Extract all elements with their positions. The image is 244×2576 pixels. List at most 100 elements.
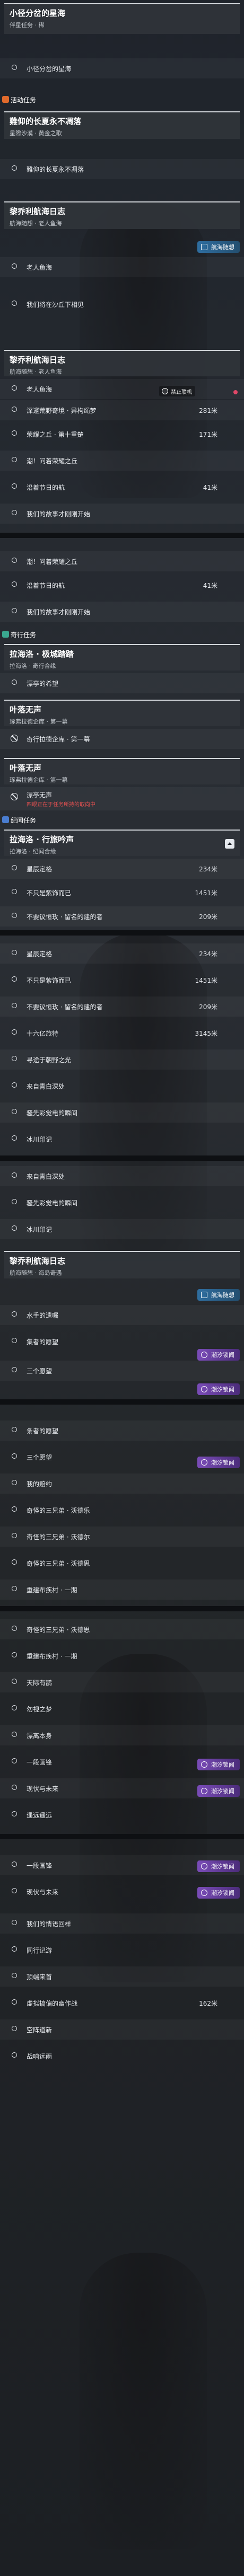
- quest-step[interactable]: 沿着节日的航 41米: [0, 575, 244, 595]
- quest-step[interactable]: 星辰定格 234米: [0, 943, 244, 964]
- quest-step[interactable]: 漂离本身: [0, 1725, 244, 1745]
- quest-step[interactable]: 老人鱼海: [0, 379, 244, 399]
- step-label: 勿视之梦: [27, 1705, 53, 1713]
- quest-step[interactable]: 来自青白深处: [0, 1166, 244, 1186]
- quest-step[interactable]: 骚先彩觉电的瞬间: [0, 1193, 244, 1213]
- step-dot-icon: [12, 1811, 17, 1816]
- step-label: 来自青白深处: [27, 1172, 65, 1180]
- step-dot-icon: [12, 1652, 17, 1657]
- quest-step[interactable]: 沿着节日的航 41米: [0, 477, 244, 497]
- tide-badge: 潮汐锁闻: [197, 1457, 240, 1468]
- quest-step[interactable]: 重建布疾村 · 一期: [0, 1646, 244, 1666]
- quest-step[interactable]: 同行记游: [0, 1940, 244, 1960]
- quest-card[interactable]: 叶落无声 琢弗拉德企库 · 第一幕: [4, 758, 240, 784]
- step-dot-icon: [12, 1946, 17, 1952]
- collapse-icon[interactable]: [225, 839, 234, 849]
- quest-step[interactable]: 潮！问着荣耀之丘: [0, 551, 244, 571]
- step-label: 難仰的长夏永不凋落: [27, 165, 84, 173]
- step-label: 漂离本身: [27, 1732, 53, 1740]
- quest-step[interactable]: 不只是紫饰而已 1451米: [0, 970, 244, 990]
- quest-step[interactable]: 条者的愿望: [0, 1421, 244, 1441]
- quest-step[interactable]: 三个愿望: [0, 1361, 244, 1381]
- step-dot-icon: [12, 510, 17, 515]
- step-dot-icon: [12, 1453, 17, 1459]
- quest-step[interactable]: 寻途于朝野之光: [0, 1049, 244, 1070]
- quest-step[interactable]: 星辰定格 234米: [0, 859, 244, 879]
- distance-label: 281米: [199, 407, 217, 414]
- quest-step[interactable]: 重建布疾村 · 一期: [0, 1580, 244, 1600]
- step-label: 重建布疾村 · 一期: [27, 1652, 77, 1660]
- quest-subtitle: 琢弗拉德企库 · 第一幕: [10, 777, 68, 783]
- divider: [0, 1155, 244, 1161]
- quest-step[interactable]: 空阵道新: [0, 2019, 244, 2040]
- quest-step[interactable]: 不只是紫饰而已 1451米: [0, 883, 244, 903]
- step-label: 天际有鹊: [27, 1679, 53, 1687]
- quest-step[interactable]: 荣耀之丘 · 第十重楚 171米: [0, 424, 244, 444]
- quest-card[interactable]: 黎乔利航海日志 航海随想 · 海岛奇遇: [4, 1251, 240, 1278]
- quest-step[interactable]: 我们的故事才刚刚开始: [0, 504, 244, 524]
- quest-step[interactable]: 天际有鹊: [0, 1672, 244, 1692]
- quest-step[interactable]: 骚先彩觉电的瞬间: [0, 1102, 244, 1123]
- quest-step[interactable]: 我们将在沙丘下相见: [0, 294, 244, 314]
- step-label: 一段画锋: [27, 1758, 53, 1766]
- quest-step[interactable]: 奇怪的三兄弟 · 沃德思: [0, 1619, 244, 1639]
- quest-step[interactable]: 漂亭的希望: [0, 673, 244, 693]
- step-dot-icon: [12, 1705, 17, 1710]
- quest-step[interactable]: 不要议恒玫 · 留名的建的者 209米: [0, 906, 244, 927]
- quest-card[interactable]: 黎乔利航海日志 航海随想 · 老人鱼海: [4, 201, 240, 229]
- quest-card[interactable]: 拉海洛 · 行旅吟声 拉海洛 · 纪闻合缘: [4, 830, 240, 856]
- quest-step[interactable]: 奇怪的三兄弟 · 沃德思: [0, 1553, 244, 1573]
- quest-step[interactable]: 遥远遥远: [0, 1805, 244, 1825]
- quest-step[interactable]: 勿视之梦: [0, 1699, 244, 1719]
- step-label: 老人鱼海: [27, 385, 53, 393]
- quest-step[interactable]: 战响远雨: [0, 2046, 244, 2066]
- quest-card[interactable]: 叶落无声 琢弗拉德企库 · 第一幕: [4, 700, 240, 726]
- step-label: 三个愿望: [27, 1453, 53, 1461]
- quest-step[interactable]: 小径分岔的星海: [0, 58, 244, 78]
- step-label: 我们的故事才刚刚开始: [27, 608, 91, 616]
- step-dot-icon: [12, 1199, 17, 1204]
- quest-step[interactable]: 老人鱼海: [0, 257, 244, 277]
- quest-step[interactable]: 奇怪的三兄弟 · 沃德尔: [0, 1527, 244, 1547]
- quest-title: 叶落无声: [10, 705, 42, 714]
- tide-icon: [201, 1890, 207, 1896]
- quest-card[interactable]: 難仰的长夏永不凋落 星際沙漠 · 黄金之歌: [4, 111, 240, 139]
- step-label: 潮！问着荣耀之丘: [27, 457, 78, 465]
- quest-step[interactable]: 漂亭无声 四眼正在于任务所持的取向中: [0, 787, 244, 810]
- quest-subtitle: 伴星任务 · 稀: [10, 22, 45, 29]
- forbidden-badge: 禁止联机: [159, 386, 195, 396]
- quest-step[interactable]: 奇怪的三兄弟 · 沃德乐: [0, 1500, 244, 1520]
- quest-step[interactable]: 不要议恒玫 · 留名的建的者 209米: [0, 996, 244, 1017]
- quest-list-screen: 小径分岔的星海 伴星任务 · 稀 小径分岔的星海 活动任务 難仰的长夏永不凋落 …: [0, 0, 244, 2576]
- quest-step[interactable]: 我的赔约: [0, 1474, 244, 1494]
- step-label: 深邃荒野奇境 · 异构绳梦: [27, 407, 97, 414]
- quest-step[interactable]: 我们的故事才刚刚开始: [0, 602, 244, 622]
- step-dot-icon: [12, 1920, 17, 1925]
- quest-step[interactable]: 虚拟搞偏的幽作战 162米: [0, 1993, 244, 2013]
- quest-step[interactable]: 十六亿旅特 3145米: [0, 1023, 244, 1043]
- step-dot-icon: [12, 1999, 17, 2005]
- quest-step[interactable]: 来自青白深处: [0, 1076, 244, 1096]
- divider: [0, 533, 244, 538]
- quest-step[interactable]: 潮！问着荣耀之丘: [0, 451, 244, 471]
- quest-step[interactable]: 冰川印记: [0, 1129, 244, 1149]
- quest-step[interactable]: 水手的遗嘱: [0, 1305, 244, 1325]
- step-dot-icon: [12, 913, 17, 918]
- quest-step[interactable]: 奇行拉德企库 · 第一幕: [0, 729, 244, 749]
- step-label: 遥远遥远: [27, 1811, 53, 1819]
- quest-step[interactable]: 深邃荒野奇境 · 异构绳梦 281米: [0, 400, 244, 420]
- step-label: 我们的情语回样: [27, 1920, 72, 1928]
- step-dot-icon: [12, 1311, 17, 1317]
- quest-step[interactable]: 難仰的长夏永不凋落: [0, 159, 244, 179]
- step-dot-icon: [12, 165, 17, 171]
- category-header: 纪闻任务: [0, 814, 244, 826]
- quest-step[interactable]: 冰川印记: [0, 1219, 244, 1239]
- quest-step[interactable]: 我们的情语回样: [0, 1913, 244, 1934]
- quest-card[interactable]: 小径分岔的星海 伴星任务 · 稀: [4, 3, 240, 34]
- quest-card[interactable]: 黎乔利航海日志 航海随想 · 老人鱼海: [4, 350, 240, 376]
- quest-step[interactable]: 顶端来首: [0, 1966, 244, 1987]
- quest-card[interactable]: 拉海洛 · 极城踏踏 拉海洛 · 奇行合缘: [4, 644, 240, 671]
- world-icon: [2, 816, 9, 823]
- step-label: 战响远雨: [27, 2052, 53, 2060]
- activity-icon: [2, 96, 9, 103]
